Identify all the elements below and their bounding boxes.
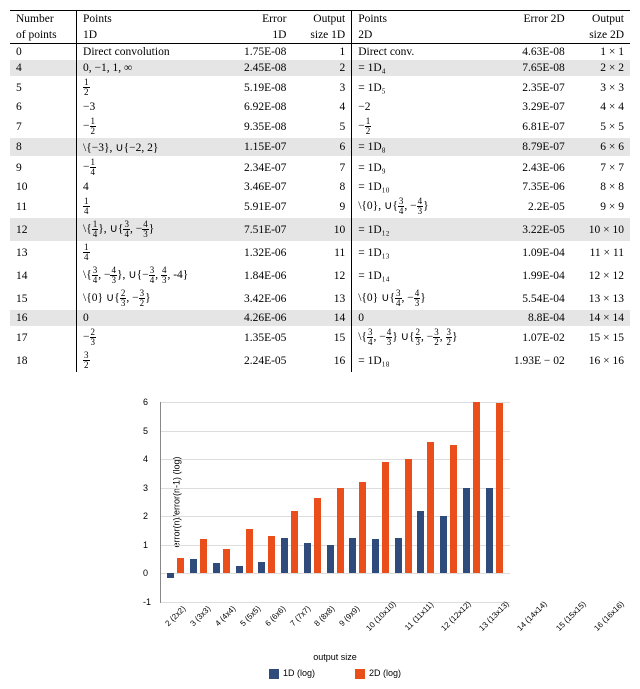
x-tick: 13 (13x13) — [478, 599, 511, 632]
bar-2d — [291, 511, 298, 574]
bar-group — [415, 402, 438, 602]
table-row: 14\{34, −43}, ∪{−34, 43, -4}1.84E-0612= … — [10, 264, 630, 287]
bar-2d — [496, 403, 503, 573]
table-row: 9−142.34E-077= 1D₉2.43E-067 × 7 — [10, 156, 630, 179]
x-axis-label: output size — [160, 652, 510, 662]
table-row: 13141.32E-0611= 1D₁₃1.09E-0411 × 11 — [10, 241, 630, 264]
table-row: 17−231.35E-0515\{34, −43} ∪{23, −32, 32}… — [10, 326, 630, 349]
bar-group — [392, 402, 415, 602]
bar-2d — [337, 488, 344, 574]
chart-legend: 1D (log) 2D (log) — [160, 668, 510, 679]
y-tick: 0 — [143, 568, 148, 578]
hdr-p2d-a: Points — [352, 11, 492, 28]
hdr-p1d-b: 1D — [77, 27, 225, 44]
table-row: 12\{14}, ∪{34, −43}7.51E-0710= 1D₁₂3.22E… — [10, 218, 630, 241]
x-tick: 10 (10x10) — [365, 599, 398, 632]
table-row: 1043.46E-078= 1D₁₀7.35E-068 × 8 — [10, 179, 630, 195]
y-tick: 6 — [143, 397, 148, 407]
hdr-e1d-a: Error — [224, 11, 292, 28]
hdr-p1d-a: Points — [77, 11, 225, 28]
bar-group — [233, 402, 256, 602]
bar-group — [188, 402, 211, 602]
y-tick: 5 — [143, 426, 148, 436]
hdr-e1d-b: 1D — [224, 27, 292, 44]
bar-chart: error(n)/error(n-1) (log) -10123456 2 (2… — [130, 402, 510, 679]
bar-1d — [190, 559, 197, 573]
y-tick: 3 — [143, 483, 148, 493]
bar-1d — [304, 543, 311, 573]
y-tick: 2 — [143, 511, 148, 521]
bar-2d — [473, 402, 480, 573]
bar-1d — [281, 538, 288, 574]
bar-1d — [258, 562, 265, 573]
table-row: 0Direct convolution1.75E-081Direct conv.… — [10, 44, 630, 61]
table-row: 11145.91E-079\{0}, ∪{34, −43}2.2E-059 × … — [10, 195, 630, 218]
bar-2d — [268, 536, 275, 573]
hdr-p2d-b: 2D — [352, 27, 492, 44]
table-row: 15\{0} ∪{23, −32}3.42E-0613\{0} ∪{34, −4… — [10, 287, 630, 310]
table-row: 1604.26E-061408.8E-0414 × 14 — [10, 310, 630, 326]
bar-1d — [486, 488, 493, 574]
bar-group — [210, 402, 233, 602]
bar-1d — [372, 539, 379, 573]
swatch-1d — [269, 669, 279, 679]
bar-2d — [450, 445, 457, 574]
bar-2d — [405, 459, 412, 573]
bar-1d — [395, 538, 402, 574]
table-row: 7−129.35E-085−126.81E-075 × 5 — [10, 115, 630, 138]
x-tick: 16 (16x16) — [592, 599, 625, 632]
y-tick: 1 — [143, 540, 148, 550]
x-tick: 11 (11x11) — [403, 600, 435, 632]
bar-1d — [213, 563, 220, 573]
x-tick: 15 (15x15) — [554, 599, 587, 632]
hdr-o1d-b: size 1D — [292, 27, 351, 44]
bar-1d — [167, 573, 174, 577]
bar-1d — [349, 538, 356, 574]
bar-2d — [427, 442, 434, 573]
bar-group — [256, 402, 279, 602]
bar-1d — [463, 488, 470, 574]
table-row: 40, −1, 1, ∞2.45E-082= 1D₄7.65E-082 × 2 — [10, 60, 630, 76]
bar-group — [165, 402, 188, 602]
bar-2d — [359, 482, 366, 573]
bar-group — [483, 402, 506, 602]
bar-1d — [327, 545, 334, 574]
table-row: 8\{−3}, ∪{−2, 2}1.15E-076= 1D₈8.79E-076 … — [10, 138, 630, 156]
bar-1d — [417, 511, 424, 574]
x-tick: 14 (14x14) — [516, 599, 549, 632]
hdr-o1d-a: Output — [292, 11, 351, 28]
bar-2d — [177, 558, 184, 574]
table-row: 6−36.92E-084−23.29E-074 × 4 — [10, 99, 630, 115]
table-row: 5125.19E-083= 1D₅2.35E-073 × 3 — [10, 76, 630, 99]
hdr-o2d-a: Output — [571, 11, 630, 28]
bar-2d — [246, 529, 253, 573]
hdr-e2d: Error 2D — [492, 11, 571, 28]
bar-group — [461, 402, 484, 602]
bar-group — [347, 402, 370, 602]
hdr-o2d-b: size 2D — [571, 27, 630, 44]
bar-group — [370, 402, 393, 602]
swatch-2d — [355, 669, 365, 679]
bar-group — [438, 402, 461, 602]
x-tick: 12 (12x12) — [439, 599, 472, 632]
bar-1d — [440, 516, 447, 573]
table-row: 18322.24E-0516= 1D₁₈1.93E − 0216 × 16 — [10, 349, 630, 372]
bar-1d — [236, 566, 243, 573]
bar-group — [324, 402, 347, 602]
bar-group — [279, 402, 302, 602]
legend-2d: 2D (log) — [369, 668, 401, 678]
hdr-num-a: Number — [10, 11, 77, 28]
y-tick: -1 — [143, 597, 151, 607]
hdr-num-b: of points — [10, 27, 77, 44]
legend-1d: 1D (log) — [283, 668, 315, 678]
y-tick: 4 — [143, 454, 148, 464]
bar-group — [301, 402, 324, 602]
bar-2d — [223, 549, 230, 573]
bar-2d — [382, 462, 389, 573]
data-table: Number Points Error Output Points Error … — [10, 10, 630, 372]
bar-2d — [200, 539, 207, 573]
bar-2d — [314, 498, 321, 574]
